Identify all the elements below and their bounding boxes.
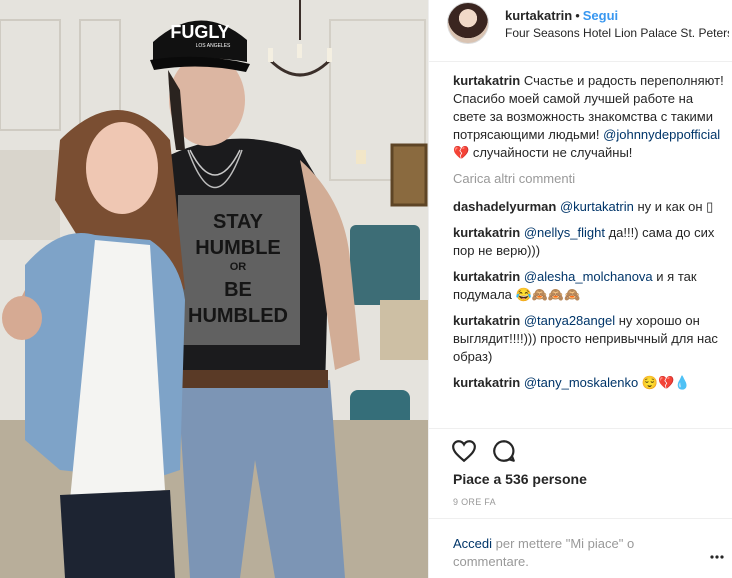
comment-username[interactable]: dashadelyurman [453,199,556,214]
comment-item: kurtakatrin @tanya28angel ну хорошо он в… [453,312,729,366]
post-timestamp[interactable]: 9 ORE FA [453,497,496,507]
post-side-panel: kurtakatrin • Segui Four Seasons Hotel Lio… [428,0,732,578]
avatar[interactable] [447,2,489,44]
caption-text-end: случайности не случайны! [472,145,633,160]
post-photo[interactable]: FUGLY LOS ANGELES STAY HUMBLE OR BE HUMB… [0,0,428,578]
caption: kurtakatrin Счастье и радость переполняю… [453,72,729,162]
comment-username[interactable]: kurtakatrin [453,313,520,328]
location-link[interactable]: Four Seasons Hotel Lion Palace St. Peter… [505,26,729,40]
author-username[interactable]: kurtakatrin [505,8,572,23]
comment-username[interactable]: kurtakatrin [453,269,520,284]
login-link[interactable]: Accedi [453,536,492,551]
comment-mention[interactable]: @kurtakatrin [560,199,634,214]
comment-mention[interactable]: @tanya28angel [524,313,615,328]
svg-text:LOS ANGELES: LOS ANGELES [196,43,231,49]
likes-count[interactable]: Piace a 536 persone [453,471,587,487]
svg-text:FUGLY: FUGLY [170,22,229,42]
comment-item: kurtakatrin @tany_moskalenko 😌💔💧 [453,374,729,392]
post-header-line: kurtakatrin • Segui [505,8,618,23]
caption-mention[interactable]: @johnnydeppofficial [603,127,720,142]
caption-username[interactable]: kurtakatrin [453,73,520,88]
svg-text:STAY: STAY [213,211,264,233]
comment-text: 😌💔💧 [641,375,691,390]
comment-mention[interactable]: @tany_moskalenko [524,375,638,390]
comment-username[interactable]: kurtakatrin [453,225,520,240]
svg-text:HUMBLE: HUMBLE [195,237,281,259]
svg-text:OR: OR [230,261,247,273]
comment-username[interactable]: kurtakatrin [453,375,520,390]
comment-mention[interactable]: @nellys_flight [524,225,605,240]
heart-outline-icon[interactable] [451,438,477,464]
comment-item: dashadelyurman @kurtakatrin ну и как он … [453,198,729,216]
more-options-icon[interactable] [709,549,725,565]
comment-item: kurtakatrin @alesha_molchanova и я так п… [453,268,729,304]
login-prompt: Accedi per mettere "Mi piace" o commenta… [429,518,732,578]
follow-button[interactable]: Segui [583,8,618,23]
separator-dot: • [575,8,580,23]
comment-text: ну и как он ▯ [637,199,714,214]
speech-bubble-icon[interactable] [491,438,517,464]
svg-text:BE: BE [224,279,252,301]
comment-item: kurtakatrin @nellys_flight да!!!) сама д… [453,224,729,260]
post-header: kurtakatrin • Segui Four Seasons Hotel Lio… [429,0,732,62]
photo-illustration: FUGLY LOS ANGELES STAY HUMBLE OR BE HUMB… [0,0,428,578]
comments-list: kurtakatrin Счастье и радость переполняю… [453,72,729,426]
post-actions: Piace a 536 persone 9 ORE FA [429,428,732,516]
load-more-comments-button[interactable]: Carica altri commenti [453,170,729,188]
comment-mention[interactable]: @alesha_molchanova [524,269,653,284]
caption-emoji: 💔 [453,145,470,160]
login-text: Accedi per mettere "Mi piace" o commenta… [453,535,693,571]
svg-text:HUMBLED: HUMBLED [188,305,288,327]
